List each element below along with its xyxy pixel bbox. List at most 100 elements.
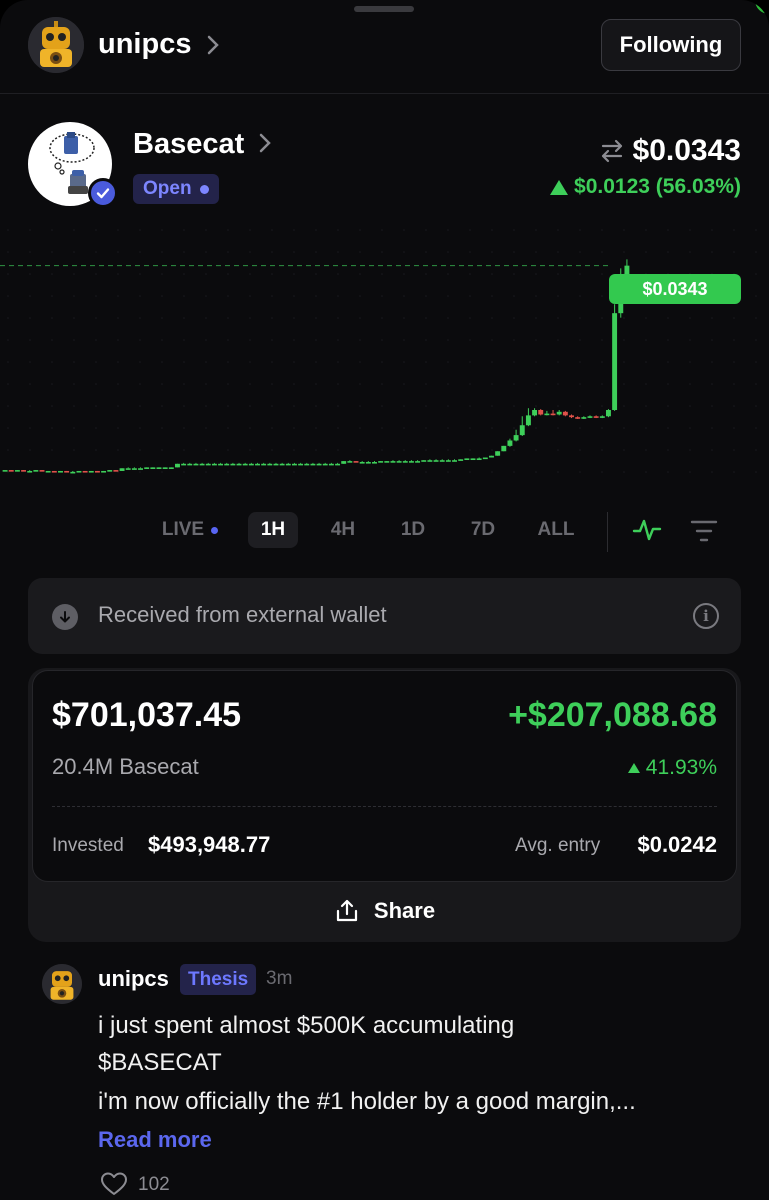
- grid-dot: [293, 273, 295, 275]
- token-name[interactable]: Basecat: [133, 128, 244, 161]
- grid-dot: [381, 383, 383, 385]
- grid-dot: [29, 273, 31, 275]
- grid-dot: [755, 449, 757, 451]
- grid-dot: [293, 427, 295, 429]
- heart-icon[interactable]: [100, 1171, 128, 1197]
- grid-dot: [491, 471, 493, 473]
- price-chart[interactable]: [0, 222, 769, 494]
- grid-dot: [139, 427, 141, 429]
- up-arrow-icon: [550, 179, 569, 195]
- grid-dot: [161, 427, 163, 429]
- tab-all[interactable]: ALL: [528, 512, 584, 548]
- candle-body: [501, 445, 507, 452]
- grid-dot: [315, 273, 317, 275]
- candle-body: [341, 461, 347, 464]
- grid-dot: [447, 339, 449, 341]
- chevron-right-icon[interactable]: [258, 132, 272, 160]
- candle-body: [353, 461, 359, 463]
- info-icon[interactable]: i: [693, 603, 719, 629]
- grid-dot: [381, 295, 383, 297]
- grid-dot: [227, 471, 229, 473]
- grid-dot: [29, 427, 31, 429]
- grid-dot: [557, 317, 559, 319]
- share-button[interactable]: Share: [28, 882, 741, 940]
- candle-body: [495, 451, 501, 456]
- post-author-avatar[interactable]: [42, 964, 82, 1004]
- grid-dot: [249, 317, 251, 319]
- grid-dot: [183, 317, 185, 319]
- username[interactable]: unipcs: [98, 28, 191, 61]
- candle-body: [236, 463, 242, 466]
- grid-dot: [139, 229, 141, 231]
- grid-dot: [425, 383, 427, 385]
- grid-dot: [117, 405, 119, 407]
- grid-dot: [95, 383, 97, 385]
- line-chart-icon[interactable]: [632, 516, 662, 544]
- grid-dot: [667, 339, 669, 341]
- grid-dot: [469, 317, 471, 319]
- tab-live[interactable]: LIVE: [150, 512, 230, 548]
- candle-body: [489, 455, 494, 458]
- candle-body: [156, 467, 162, 469]
- grid-dot: [645, 361, 647, 363]
- grid-dot: [359, 427, 361, 429]
- grid-dot: [491, 317, 493, 319]
- grid-dot: [249, 471, 251, 473]
- candle-body: [101, 470, 107, 473]
- grid-dot: [249, 361, 251, 363]
- candle-body: [33, 470, 39, 472]
- chevron-right-icon[interactable]: [206, 34, 220, 62]
- grid-dot: [95, 317, 97, 319]
- grid-dot: [293, 361, 295, 363]
- grid-dot: [337, 383, 339, 385]
- tab-4h[interactable]: 4H: [318, 512, 368, 548]
- post-author-name[interactable]: unipcs: [98, 966, 169, 992]
- user-avatar[interactable]: [28, 17, 84, 73]
- grid-dot: [491, 361, 493, 363]
- grid-dot: [645, 339, 647, 341]
- tab-live-label: LIVE: [161, 519, 205, 540]
- tab-7d[interactable]: 7D: [458, 512, 508, 548]
- grid-dot: [513, 405, 515, 407]
- grid-dot: [601, 361, 603, 363]
- filter-icon[interactable]: [690, 518, 718, 544]
- following-button[interactable]: Following: [601, 19, 741, 71]
- candle-body: [64, 470, 70, 473]
- grid-dot: [205, 449, 207, 451]
- grid-dot: [315, 339, 317, 341]
- share-label: Share: [373, 898, 436, 923]
- grid-dot: [535, 295, 537, 297]
- position-pnl-percent: 41.93%: [627, 756, 717, 780]
- arrow-down-icon: [52, 604, 78, 630]
- grid-dot: [623, 361, 625, 363]
- candle-body: [39, 470, 45, 472]
- grid-dot: [293, 251, 295, 253]
- live-dot: [211, 526, 219, 534]
- grid-dot: [73, 361, 75, 363]
- candlestick-chart: [0, 229, 757, 474]
- tab-1h[interactable]: 1H: [248, 512, 298, 548]
- tab-1d[interactable]: 1D: [388, 512, 438, 548]
- grid-dot: [117, 251, 119, 253]
- grid-dot: [623, 405, 625, 407]
- grid-dot: [7, 229, 9, 231]
- grid-dot: [337, 295, 339, 297]
- grid-dot: [73, 251, 75, 253]
- swap-icon[interactable]: [599, 138, 625, 164]
- candle-body: [107, 470, 113, 472]
- grid-dot: [733, 361, 735, 363]
- price-change: $0.0123 (56.03%): [550, 175, 741, 199]
- grid-dot: [403, 229, 405, 231]
- grid-dot: [73, 427, 75, 429]
- grid-dot: [513, 317, 515, 319]
- grid-dot: [755, 405, 757, 407]
- candle-body: [365, 462, 371, 464]
- grid-dot: [315, 427, 317, 429]
- grid-dot: [447, 471, 449, 473]
- read-more-link[interactable]: Read more: [98, 1127, 212, 1153]
- candle-body: [587, 416, 593, 418]
- grid-dot: [381, 449, 383, 451]
- grid-dot: [205, 295, 207, 297]
- grid-dot: [711, 471, 713, 473]
- candle-body: [556, 411, 562, 415]
